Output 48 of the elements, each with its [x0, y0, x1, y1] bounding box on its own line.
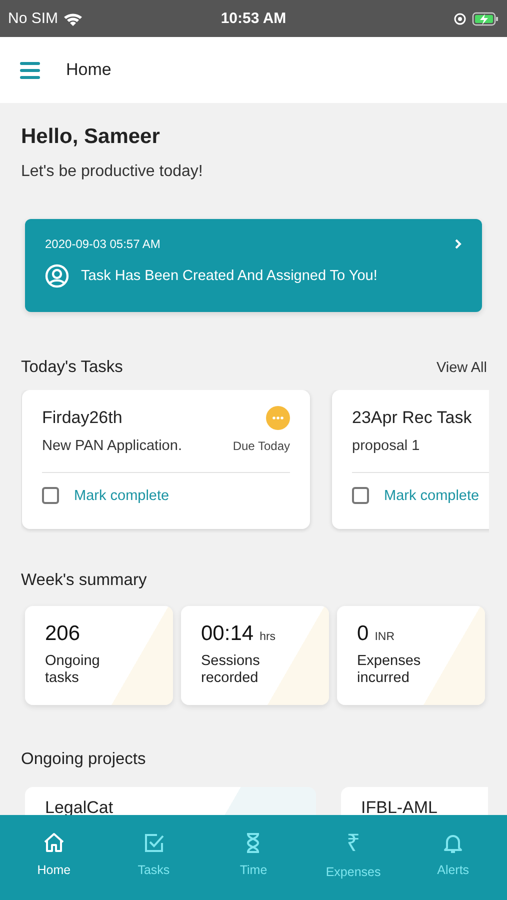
tab-item[interactable]: Tasks	[104, 815, 204, 900]
notification-card[interactable]: 2020-09-03 05:57 AM Task Has Been Created And Assigned To You!	[25, 219, 482, 312]
home-icon	[42, 831, 66, 855]
section-title: Ongoing projects	[21, 750, 147, 769]
clock-time: 10:53 AM	[220, 10, 288, 27]
project-card[interactable]: LegalCat	[25, 787, 316, 817]
summary-value: 00:14	[201, 622, 254, 646]
summary-unit: hrs	[260, 631, 276, 643]
checkbox[interactable]	[352, 487, 369, 504]
summary-label: Sessions recorded	[201, 653, 261, 687]
view-all-link[interactable]: View All	[436, 360, 487, 376]
task-subtitle: proposal 1	[352, 438, 420, 454]
user-icon	[45, 264, 69, 288]
task-card[interactable]: Firday26th New PAN Application. Due Today Mark complete	[22, 390, 310, 529]
summary-value: 0	[357, 622, 369, 646]
summary-label: Ongoing tasks	[45, 653, 101, 687]
section-title: Week's summary	[21, 571, 148, 590]
rotation-lock-icon	[454, 12, 466, 24]
tab-item[interactable]: Home	[4, 815, 104, 900]
greeting-title: Hello, Sameer	[21, 125, 161, 149]
battery-icon	[472, 12, 500, 26]
summary-label: Expenses incurred	[357, 653, 422, 687]
page-title: Home	[66, 60, 112, 80]
task-subtitle: New PAN Application.	[42, 438, 182, 454]
mark-complete-link[interactable]: Mark complete	[384, 488, 480, 504]
menu-icon[interactable]	[20, 60, 40, 80]
tab-item[interactable]: Time	[204, 815, 304, 900]
rupee-icon: ₹	[346, 831, 360, 857]
wifi-icon	[63, 11, 84, 26]
tab-item[interactable]: Alerts	[403, 815, 503, 900]
notification-time: 2020-09-03 05:57 AM	[45, 237, 160, 251]
checkbox[interactable]	[42, 487, 59, 504]
tab-item[interactable]: ₹ Expenses	[303, 815, 404, 900]
notification-message: Task Has Been Created And Assigned To You!	[81, 268, 378, 284]
summary-unit: INR	[374, 631, 394, 643]
section-title: Today's Tasks	[21, 358, 123, 377]
summary-value: 206	[45, 622, 80, 646]
project-name: IFBL-AML	[361, 798, 439, 817]
task-card[interactable]: 23Apr Rec Task proposal 1 Mark complete	[332, 390, 489, 529]
greeting-subtitle: Let's be productive today!	[21, 163, 204, 181]
mark-complete-link[interactable]: Mark complete	[74, 488, 170, 504]
chevron-right-icon	[454, 239, 462, 249]
due-label: Due Today	[232, 439, 290, 453]
carrier-label: No SIM	[8, 10, 58, 27]
project-name: LegalCat	[45, 798, 114, 817]
task-title: 23Apr Rec Task	[352, 408, 472, 428]
project-card[interactable]: IFBL-AML	[341, 787, 488, 817]
task-title: Firday26th	[42, 408, 122, 428]
